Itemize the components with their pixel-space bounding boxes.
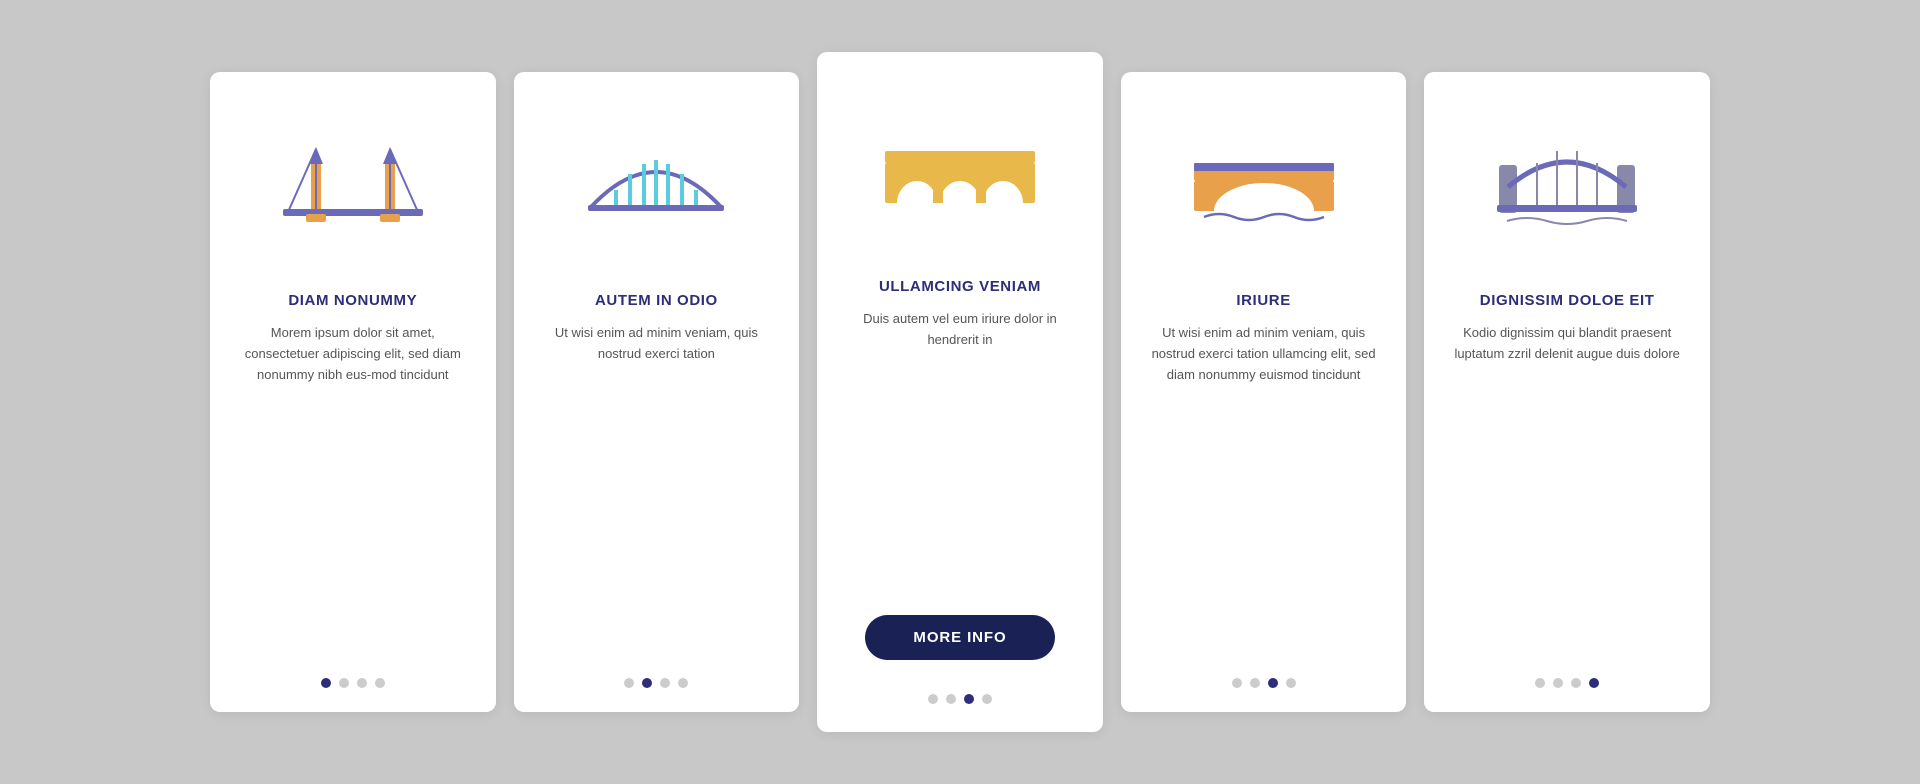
dot: [1553, 678, 1563, 688]
card-4: IRIURE Ut wisi enim ad minim veniam, qui…: [1121, 72, 1407, 712]
card-1-text: Morem ipsum dolor sit amet, consectetuer…: [238, 323, 468, 648]
card-1: DIAM NONUMMY Morem ipsum dolor sit amet,…: [210, 72, 496, 712]
card-4-dots: [1232, 668, 1296, 688]
card-2: AUTEM IN ODIO Ut wisi enim ad minim veni…: [514, 72, 800, 712]
dot: [946, 694, 956, 704]
dot: [1250, 678, 1260, 688]
card-2-icon: [566, 102, 746, 262]
dot: [928, 694, 938, 704]
card-5-dots: [1535, 668, 1599, 688]
card-2-dots: [624, 668, 688, 688]
dot: [1286, 678, 1296, 688]
card-3-dots: [928, 684, 992, 704]
card-5: DIGNISSIM DOLOE EIT Kodio dignissim qui …: [1424, 72, 1710, 712]
card-4-text: Ut wisi enim ad minim veniam, quis nostr…: [1149, 323, 1379, 648]
dot: [964, 694, 974, 704]
card-5-icon: [1477, 102, 1657, 262]
card-1-dots: [321, 668, 385, 688]
card-1-title: DIAM NONUMMY: [288, 292, 417, 309]
dot: [321, 678, 331, 688]
dot: [660, 678, 670, 688]
dot: [1268, 678, 1278, 688]
dot: [375, 678, 385, 688]
dot: [1232, 678, 1242, 688]
dot: [1535, 678, 1545, 688]
card-3-text: Duis autem vel eum iriure dolor in hendr…: [845, 309, 1075, 595]
card-4-icon: [1174, 102, 1354, 262]
dot: [982, 694, 992, 704]
cards-container: DIAM NONUMMY Morem ipsum dolor sit amet,…: [210, 52, 1710, 732]
card-2-text: Ut wisi enim ad minim veniam, quis nostr…: [542, 323, 772, 648]
dot: [678, 678, 688, 688]
card-3: ULLAMCING VENIAM Duis autem vel eum iriu…: [817, 52, 1103, 732]
dot: [1589, 678, 1599, 688]
dot: [339, 678, 349, 688]
dot: [624, 678, 634, 688]
card-5-title: DIGNISSIM DOLOE EIT: [1480, 292, 1655, 309]
card-4-title: IRIURE: [1236, 292, 1290, 309]
card-3-title: ULLAMCING VENIAM: [879, 278, 1041, 295]
dot: [1571, 678, 1581, 688]
card-5-text: Kodio dignissim qui blandit praesent lup…: [1452, 323, 1682, 648]
dot: [642, 678, 652, 688]
dot: [357, 678, 367, 688]
more-info-button[interactable]: MORE INFO: [865, 615, 1054, 660]
card-2-title: AUTEM IN ODIO: [595, 292, 718, 309]
card-1-icon: [263, 102, 443, 262]
card-3-icon: [870, 88, 1050, 248]
